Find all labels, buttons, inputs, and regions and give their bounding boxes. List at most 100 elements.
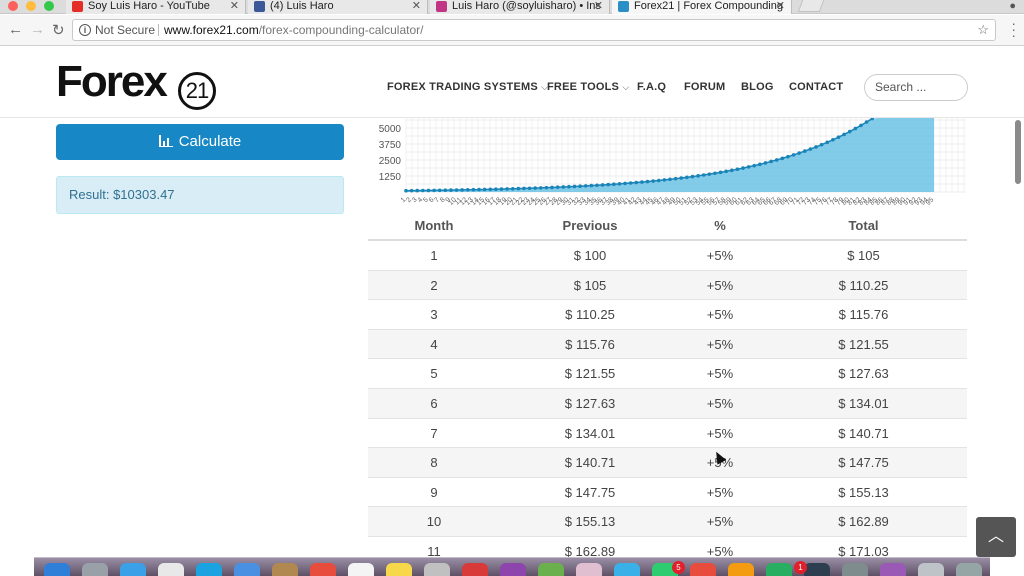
- close-tab-icon[interactable]: ✕: [776, 0, 785, 12]
- dock-app-icon[interactable]: [500, 563, 526, 576]
- table-row: 4 $ 115.76 +5% $ 121.55: [368, 329, 967, 360]
- notification-badge: 1: [794, 561, 807, 574]
- forex21-logo[interactable]: Forex 21: [56, 59, 216, 110]
- calculate-label: Calculate: [178, 133, 242, 150]
- back-icon[interactable]: ←: [8, 21, 23, 38]
- cell-month: 9: [430, 484, 438, 500]
- chevron-up-icon: ︿: [987, 528, 1004, 545]
- data-point: [432, 188, 436, 193]
- scroll-to-top-button[interactable]: ︿: [976, 517, 1016, 557]
- cell-previous: $ 155.13: [564, 514, 616, 530]
- browser-tab-instagram[interactable]: Luis Haro (@soyluisharo) • Ins ✕: [430, 0, 610, 14]
- dock-app-icon[interactable]: [956, 563, 982, 576]
- forward-icon[interactable]: →: [30, 21, 45, 38]
- dock-app-icon[interactable]: [424, 563, 450, 576]
- address-bar[interactable]: i Not Secure www.forex21.com/forex-compo…: [72, 19, 996, 41]
- tab-title: Forex21 | Forex Compounding: [634, 0, 783, 12]
- page-scrollbar[interactable]: [1015, 120, 1021, 184]
- dock-app-icon[interactable]: [728, 563, 754, 576]
- info-icon[interactable]: i: [79, 24, 91, 36]
- data-point: [437, 188, 442, 193]
- search-input[interactable]: Search ...: [864, 74, 968, 101]
- dock-app-icon[interactable]: [462, 563, 488, 576]
- x-tick-label: 95: [925, 196, 936, 207]
- dock-app-icon[interactable]: [158, 563, 184, 576]
- browser-tab-youtube[interactable]: Soy Luis Haro - YouTube ✕: [66, 0, 246, 14]
- data-point: [859, 123, 863, 128]
- nav-forex-trading-systems[interactable]: FOREX TRADING SYSTEMS ⌵: [387, 81, 548, 93]
- dock-app-icon[interactable]: [614, 563, 640, 576]
- calculate-button[interactable]: Calculate: [56, 124, 344, 160]
- data-point: [853, 126, 858, 131]
- table-row: 2 $ 105 +5% $ 110.25: [368, 270, 967, 301]
- data-point: [539, 186, 543, 190]
- close-tab-icon[interactable]: ✕: [594, 0, 603, 12]
- y-tick-label: 1250: [379, 172, 402, 183]
- close-window-button[interactable]: [8, 1, 18, 11]
- nav-faq[interactable]: F.A.Q: [637, 81, 666, 93]
- data-point: [685, 175, 689, 180]
- dock-app-icon[interactable]: [880, 563, 906, 576]
- browser-menu-icon[interactable]: · · ·: [1011, 16, 1016, 42]
- data-point: [623, 181, 627, 186]
- cell-total: $ 121.55: [838, 336, 889, 352]
- dock-app-icon[interactable]: [918, 563, 944, 576]
- cell-previous: $ 100: [573, 248, 607, 263]
- table-header: Month Previous % Total: [368, 212, 967, 241]
- cell-previous: $ 140.71: [564, 455, 616, 471]
- browser-tab-forex21[interactable]: Forex21 | Forex Compounding ✕: [612, 0, 792, 14]
- data-point: [864, 120, 869, 124]
- dock-app-icon[interactable]: [196, 563, 222, 576]
- data-point: [780, 156, 785, 161]
- dock-app-icon[interactable]: [690, 563, 716, 576]
- data-point: [471, 187, 476, 192]
- dock-app-icon[interactable]: [310, 563, 336, 576]
- minimize-window-button[interactable]: [26, 1, 36, 11]
- dock-app-icon[interactable]: [234, 563, 260, 576]
- nav-forum[interactable]: FORUM: [684, 81, 725, 93]
- dock-app-icon[interactable]: [120, 563, 146, 576]
- dock-app-icon[interactable]: [82, 563, 108, 576]
- close-tab-icon[interactable]: ✕: [412, 0, 421, 12]
- dock-app-icon[interactable]: [386, 563, 412, 576]
- browser-tab-facebook[interactable]: (4) Luis Haro ✕: [248, 0, 428, 14]
- nav-blog[interactable]: BLOG: [741, 81, 774, 93]
- cell-total: $ 110.25: [838, 277, 889, 293]
- bookmark-star-icon[interactable]: ☆: [977, 20, 989, 40]
- table-row: 7 $ 134.01 +5% $ 140.71: [368, 419, 967, 449]
- dock-app-icon[interactable]: [272, 563, 298, 576]
- nav-contact[interactable]: CONTACT: [789, 81, 843, 93]
- table-row: 6 $ 127.63 +5% $ 134.01: [368, 388, 967, 419]
- nav-free-tools[interactable]: FREE TOOLS ⌵: [547, 81, 629, 93]
- dock-app-icon[interactable]: [804, 563, 830, 576]
- cell-previous: $ 115.76: [565, 336, 615, 352]
- reload-icon[interactable]: ↻: [52, 21, 65, 39]
- forex21-favicon-icon: [618, 1, 629, 12]
- data-point: [786, 154, 790, 159]
- dock-app-icon[interactable]: [44, 563, 70, 576]
- dock-app-icon[interactable]: [576, 563, 602, 576]
- data-point: [510, 186, 515, 191]
- data-point: [696, 174, 700, 178]
- result-box: Result: $10303.47: [56, 176, 344, 214]
- url-path: /forex-compounding-calculator/: [258, 23, 424, 37]
- cell-previous: $ 110.25: [565, 307, 615, 323]
- dock-app-icon[interactable]: [348, 563, 374, 576]
- nav-label: FREE TOOLS: [547, 81, 620, 93]
- data-point: [454, 188, 459, 192]
- dock-app-icon[interactable]: [538, 563, 564, 576]
- data-point: [494, 187, 498, 192]
- maximize-window-button[interactable]: [44, 1, 54, 11]
- new-tab-button[interactable]: [797, 0, 825, 12]
- cell-previous: $ 134.01: [564, 425, 616, 441]
- data-point: [803, 149, 807, 153]
- dock-app-icon[interactable]: [842, 563, 868, 576]
- dock-app-icon[interactable]: [766, 563, 792, 576]
- close-tab-icon[interactable]: ✕: [230, 0, 239, 12]
- chevron-down-icon: ⌵: [622, 82, 630, 92]
- cell-previous: $ 105: [573, 277, 607, 293]
- data-point: [774, 158, 779, 162]
- profile-icon[interactable]: ●: [1009, 0, 1016, 12]
- data-point: [426, 188, 431, 193]
- data-point: [718, 170, 723, 175]
